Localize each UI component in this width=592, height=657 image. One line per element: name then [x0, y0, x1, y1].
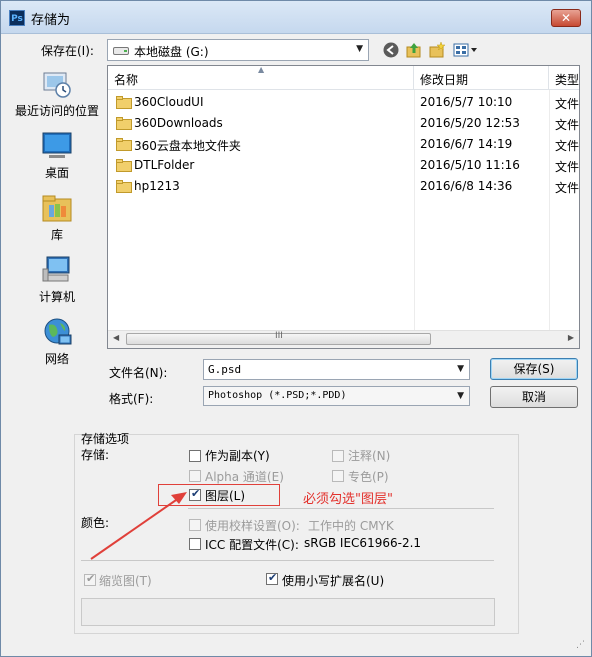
annotation-arrow: [90, 492, 187, 560]
resize-grip-icon[interactable]: ⋰: [576, 640, 585, 650]
save-as-dialog: Ps 存储为 ✕ 保存在(I): 本地磁盘 (G:) ▼ 最近访问的位置 桌面 …: [0, 0, 592, 657]
